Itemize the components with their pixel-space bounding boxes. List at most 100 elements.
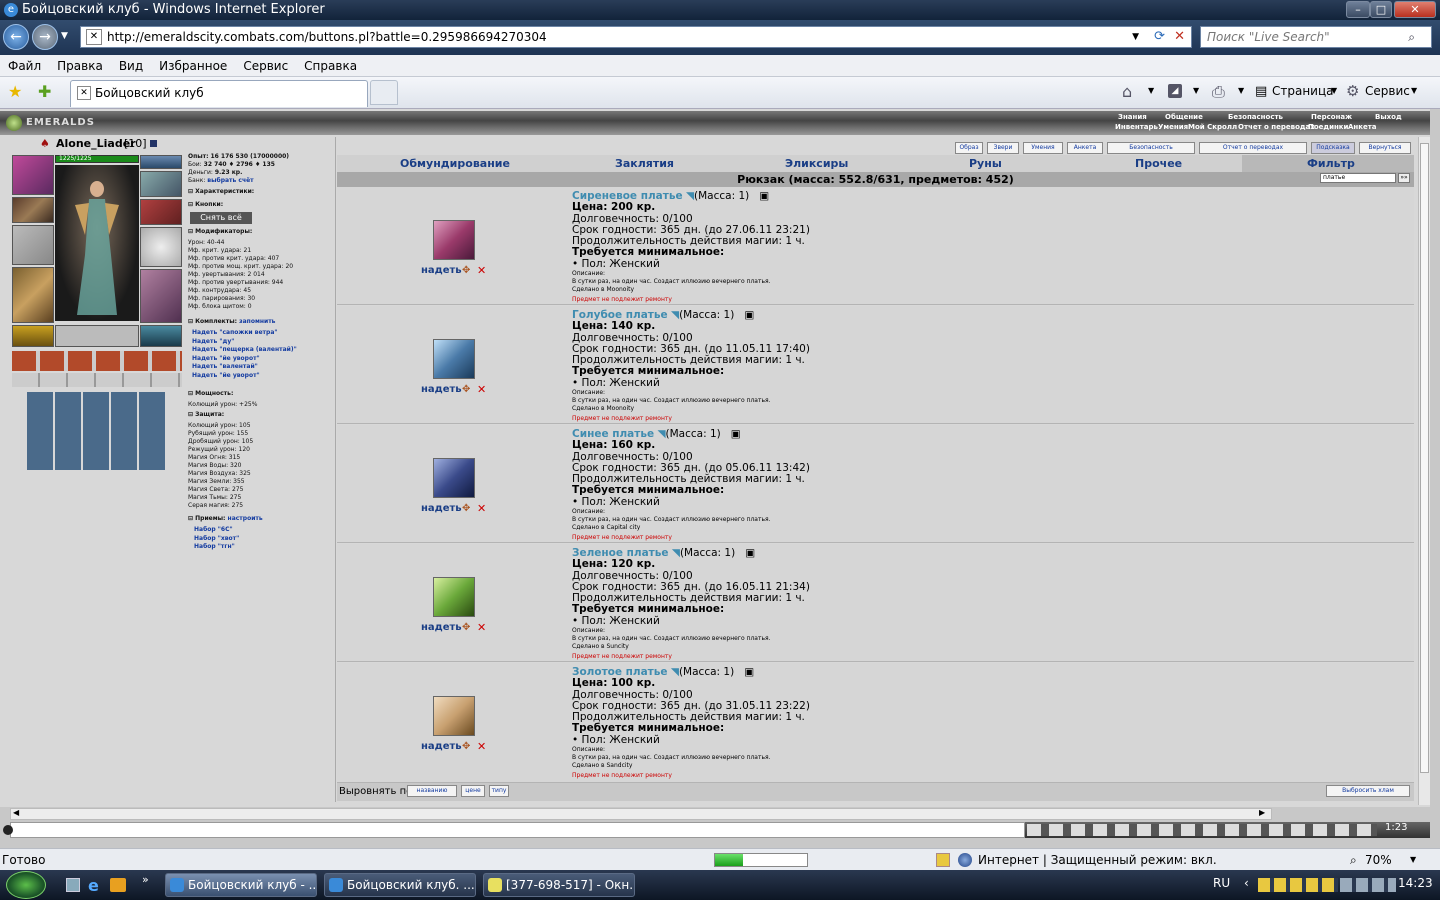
close-window-button[interactable]: ✕ bbox=[1394, 1, 1436, 18]
slot-helmet[interactable] bbox=[12, 155, 54, 195]
dress-lilac-icon[interactable] bbox=[433, 220, 475, 260]
slot-boots[interactable] bbox=[140, 325, 182, 347]
filter-apply-button[interactable]: »» bbox=[1398, 173, 1410, 183]
filter-input[interactable]: платье bbox=[1320, 173, 1396, 183]
page-dropdown-icon[interactable]: ▼ bbox=[1331, 86, 1337, 95]
link-transfers[interactable]: Отчет о переводах bbox=[1238, 123, 1315, 131]
ie-quicklaunch-icon[interactable]: e bbox=[88, 876, 99, 895]
popup-blocked-icon[interactable] bbox=[936, 853, 950, 867]
dress-green-icon[interactable] bbox=[433, 577, 475, 617]
btn-security[interactable]: Безопасность bbox=[1107, 142, 1195, 154]
drop-icon[interactable]: ✕ bbox=[477, 621, 486, 634]
menu-edit[interactable]: Правка bbox=[49, 55, 111, 77]
address-dropdown-icon[interactable]: ▼ bbox=[1132, 27, 1139, 47]
section-power[interactable]: ⊟ Мощность: bbox=[188, 390, 233, 398]
security-zone[interactable]: Интернет | Защищенный режим: вкл. bbox=[978, 849, 1217, 871]
slot-small-items[interactable] bbox=[55, 325, 139, 347]
slot-belt[interactable] bbox=[12, 325, 54, 347]
forward-icon[interactable]: → bbox=[32, 24, 58, 50]
clock[interactable]: 14:23 bbox=[1398, 876, 1433, 890]
menu-view[interactable]: Вид bbox=[111, 55, 151, 77]
btn-image[interactable]: Образ bbox=[955, 142, 983, 154]
transfer-icon[interactable]: ✥ bbox=[462, 384, 470, 395]
section-techniques[interactable]: ⊟ Приемы: настроить bbox=[188, 515, 263, 523]
link-inventory[interactable]: Инвентарь bbox=[1115, 123, 1158, 131]
btn-return[interactable]: Вернуться bbox=[1359, 142, 1411, 154]
btn-transfers[interactable]: Отчет о переводах bbox=[1199, 142, 1307, 154]
tools-dropdown-icon[interactable]: ▼ bbox=[1411, 86, 1417, 95]
feeds-icon[interactable]: ◢ bbox=[1168, 84, 1182, 98]
item-name[interactable]: Голубое платье bbox=[572, 309, 668, 321]
transfer-icon[interactable]: ✥ bbox=[462, 265, 470, 276]
drop-icon[interactable]: ✕ bbox=[477, 383, 486, 396]
maximize-button[interactable]: □ bbox=[1370, 1, 1392, 18]
transfer-icon[interactable]: ✥ bbox=[462, 503, 470, 514]
set-link[interactable]: Надеть "йе уворот" bbox=[192, 372, 332, 381]
minimize-button[interactable]: – bbox=[1346, 1, 1370, 18]
language-indicator[interactable]: RU bbox=[1213, 876, 1230, 890]
slot-amulet[interactable] bbox=[140, 155, 182, 169]
link-chat[interactable]: Общение bbox=[1165, 113, 1203, 121]
link-security[interactable]: Безопасность bbox=[1228, 113, 1283, 121]
tab-equipment[interactable]: Обмундирование bbox=[400, 157, 510, 170]
search-input[interactable]: Поиск "Live Search" ⌕ bbox=[1200, 26, 1432, 48]
start-button[interactable] bbox=[6, 871, 46, 899]
home-dropdown-icon[interactable]: ▼ bbox=[1148, 86, 1154, 95]
wear-button[interactable]: надеть bbox=[421, 384, 462, 395]
taskbar-item-combats-2[interactable]: Бойцовский клуб. ... bbox=[324, 873, 476, 897]
print-icon[interactable]: ⎙ bbox=[1212, 82, 1225, 102]
slot-shield[interactable] bbox=[140, 227, 182, 267]
section-defense[interactable]: ⊟ Защита: bbox=[188, 411, 224, 419]
link-knowledge[interactable]: Знания bbox=[1118, 113, 1147, 121]
slot-armor[interactable] bbox=[12, 267, 54, 323]
link-my-scroll[interactable]: Мой Скролл bbox=[1188, 123, 1237, 131]
item-name[interactable]: Синее платье bbox=[572, 428, 654, 440]
tab-spells[interactable]: Заклятия bbox=[615, 157, 674, 170]
taskbar-item-window[interactable]: [377-698-517] - Окн... bbox=[483, 873, 635, 897]
configure-techniques-link[interactable]: настроить bbox=[228, 515, 263, 522]
link-character[interactable]: Персонаж bbox=[1311, 113, 1352, 121]
zoom-level[interactable]: 70% bbox=[1365, 849, 1392, 871]
tab-runes[interactable]: Руны bbox=[969, 157, 1002, 170]
show-desktop-icon[interactable] bbox=[66, 878, 80, 892]
transfer-icon[interactable]: ✥ bbox=[462, 622, 470, 633]
scroll-right-icon[interactable]: ▶ bbox=[1259, 808, 1265, 817]
slot-gloves[interactable] bbox=[140, 199, 182, 225]
bank-select-link[interactable]: выбрать счёт bbox=[207, 177, 253, 184]
slot-weapon[interactable] bbox=[12, 225, 54, 265]
drop-junk-button[interactable]: Выбросить хлам bbox=[1326, 785, 1410, 797]
item-name[interactable]: Зеленое платье bbox=[572, 547, 669, 559]
drop-icon[interactable]: ✕ bbox=[477, 502, 486, 515]
section-modifiers[interactable]: ⊟ Модификаторы: bbox=[188, 228, 252, 236]
menu-help[interactable]: Справка bbox=[296, 55, 365, 77]
set-link[interactable]: Надеть "пещерка (валентай)" bbox=[192, 346, 332, 355]
tools-menu[interactable]: Сервис bbox=[1365, 77, 1410, 105]
section-characteristics[interactable]: ⊟ Характеристики: bbox=[188, 188, 254, 196]
character-avatar[interactable] bbox=[55, 165, 139, 321]
info-icon[interactable] bbox=[150, 140, 157, 147]
sort-by-type-button[interactable]: типу bbox=[489, 785, 509, 797]
chat-tool-icons[interactable] bbox=[1027, 824, 1377, 836]
effects-grid[interactable] bbox=[27, 392, 167, 470]
refresh-icon[interactable]: ⟳ bbox=[1154, 27, 1165, 47]
tab-filter[interactable]: Фильтр bbox=[1307, 157, 1355, 170]
btn-profile[interactable]: Анкета bbox=[1067, 142, 1103, 154]
quicklaunch-more-icon[interactable]: » bbox=[142, 873, 149, 886]
technique-link[interactable]: Набор "тгн" bbox=[194, 543, 239, 552]
tray-icons[interactable] bbox=[1258, 878, 1338, 892]
link-skills[interactable]: Умения bbox=[1158, 123, 1188, 131]
wear-button[interactable]: надеть bbox=[421, 265, 462, 276]
favorites-star-icon[interactable]: ★ bbox=[8, 82, 22, 101]
scroll-slots[interactable] bbox=[12, 351, 182, 371]
dress-blue-icon[interactable] bbox=[433, 339, 475, 379]
btn-pets[interactable]: Звери bbox=[987, 142, 1019, 154]
item-name[interactable]: Сиреневое платье bbox=[572, 190, 683, 202]
remove-all-button[interactable]: Снять всё bbox=[190, 212, 252, 224]
set-link[interactable]: Надеть "валентай" bbox=[192, 363, 332, 372]
dress-navy-icon[interactable] bbox=[433, 458, 475, 498]
taskbar-item-combats-1[interactable]: Бойцовский клуб - ... bbox=[165, 873, 317, 897]
link-profile[interactable]: Анкета bbox=[1348, 123, 1377, 131]
slot-bracer[interactable] bbox=[12, 197, 54, 223]
btn-skills[interactable]: Умения bbox=[1023, 142, 1063, 154]
technique-link[interactable]: Набор "хвот" bbox=[194, 535, 239, 544]
